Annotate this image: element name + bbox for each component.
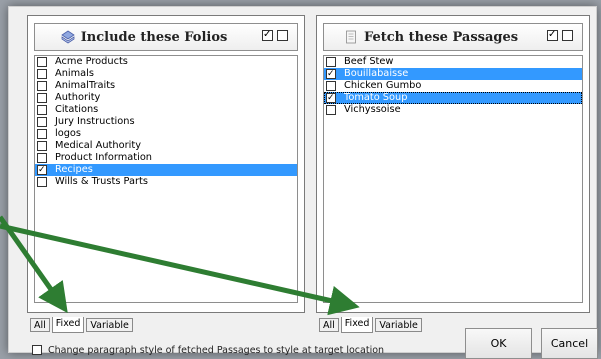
list-item-label: Tomato Soup [344,92,408,103]
checkbox[interactable] [37,177,47,187]
folios-item-jury-instructions[interactable]: Jury Instructions [35,116,297,128]
list-item-label: logos [55,128,82,139]
list-item-label: Wills & Trusts Parts [55,176,148,187]
folios-panel-header: Include these Folios [34,23,298,51]
checkbox[interactable] [37,105,47,115]
checkbox[interactable] [37,69,47,79]
change-style-option[interactable]: Change paragraph style of fetched Passag… [32,344,384,356]
folios-tab-strip: All Fixed Variable [30,317,133,333]
checkbox[interactable] [37,81,47,91]
folios-panel-title: Include these Folios [80,29,228,45]
list-item-label: Vichyssoise [344,104,401,115]
folios-item-animaltraits[interactable]: AnimalTraits [35,80,297,92]
passages-item-tomato-soup[interactable]: Tomato Soup [324,91,582,105]
list-item-label: Jury Instructions [55,116,135,127]
tab-variable[interactable]: Variable [375,318,422,332]
checkbox[interactable] [37,153,47,163]
list-item-label: Acme Products [55,56,128,67]
list-item-label: Authority [55,92,101,103]
passages-panel-title: Fetch these Passages [363,29,519,45]
checkbox[interactable] [326,81,336,91]
checkbox[interactable] [37,117,47,127]
checkbox[interactable] [37,129,47,139]
document-icon [346,30,356,44]
folios-item-recipes[interactable]: Recipes [35,163,297,177]
folios-item-acme-products[interactable]: Acme Products [35,56,297,68]
folios-item-authority[interactable]: Authority [35,92,297,104]
change-style-label: Change paragraph style of fetched Passag… [48,344,385,356]
passages-panel-header: Fetch these Passages [323,23,583,51]
diamond-stack-icon [60,30,75,44]
checkbox[interactable] [37,93,47,103]
tab-fixed[interactable]: Fixed [340,317,374,333]
list-item-label: Animals [55,68,95,79]
list-item-label: Beef Stew [344,56,394,67]
folios-uncheck-all-button[interactable] [277,30,288,41]
list-item-label: Citations [55,104,99,115]
passages-panel: Fetch these Passages Beef StewBouillabai… [316,15,590,313]
folios-list[interactable]: Acme Products Animals AnimalTraits Authorit… [34,55,298,303]
ok-button[interactable]: OK [465,328,532,359]
passages-list[interactable]: Beef StewBouillabaisseChicken GumboTomat… [323,55,583,303]
tab-variable[interactable]: Variable [86,318,133,332]
folios-item-citations[interactable]: Citations [35,104,297,116]
folios-header-title-wrap: Include these Folios [35,24,253,50]
tab-all[interactable]: All [30,318,50,332]
checkbox[interactable] [326,67,336,81]
checkbox[interactable] [37,141,47,151]
passages-uncheck-all-button[interactable] [562,30,573,41]
list-item-label: Bouillabaisse [344,68,409,79]
passages-tab-strip: All Fixed Variable [319,317,422,333]
checkbox[interactable] [326,57,336,67]
passages-check-all-button[interactable] [547,27,558,43]
list-item-label: Product Information [55,152,153,163]
folios-panel: Include these Folios Acme ProductsAnimal… [27,15,305,313]
passages-item-beef-stew[interactable]: Beef Stew [324,56,582,68]
folios-item-animals[interactable]: Animals [35,68,297,80]
folios-check-all-button[interactable] [262,27,273,43]
passages-header-title-wrap: Fetch these Passages [324,24,538,50]
folios-item-logos[interactable]: logos [35,128,297,140]
passages-item-bouillabaisse[interactable]: Bouillabaisse [324,67,582,81]
folios-item-product-information[interactable]: Product Information [35,152,297,164]
cancel-button[interactable]: Cancel [541,328,598,359]
change-style-checkbox[interactable] [32,345,42,355]
checkbox[interactable] [326,105,336,115]
list-item-label: Chicken Gumbo [344,80,422,91]
list-item-label: AnimalTraits [55,80,116,91]
checkbox[interactable] [326,91,336,105]
passages-item-vichyssoise[interactable]: Vichyssoise [324,104,582,116]
tab-fixed[interactable]: Fixed [51,317,85,333]
passages-item-chicken-gumbo[interactable]: Chicken Gumbo [324,80,582,92]
checkbox[interactable] [37,57,47,67]
folios-item-medical-authority[interactable]: Medical Authority [35,140,297,152]
list-item-label: Medical Authority [55,140,141,151]
folios-item-wills-and-trusts-parts[interactable]: Wills & Trusts Parts [35,176,297,188]
list-item-label: Recipes [55,164,93,175]
fetch-passages-dialog: Include these Folios Acme ProductsAnimal… [8,6,598,359]
tab-all[interactable]: All [319,318,339,332]
checkbox[interactable] [37,163,47,177]
